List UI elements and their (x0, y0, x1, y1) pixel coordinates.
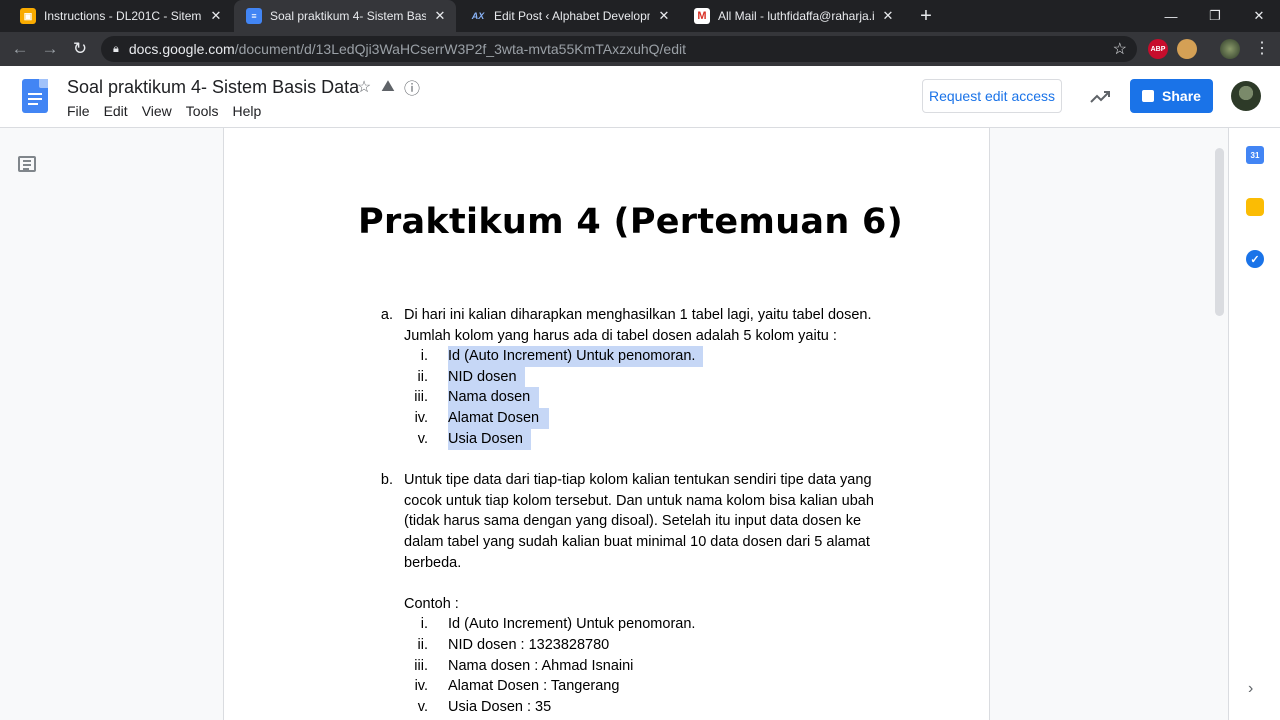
share-button[interactable]: Share (1130, 79, 1213, 113)
close-icon[interactable]: ✕ (208, 8, 224, 24)
adblock-plus-icon[interactable]: ABP (1148, 39, 1168, 59)
browser-tab-strip: ▣ Instructions - DL201C - Sitem Ba ✕ ≡ S… (0, 0, 1280, 32)
bookmark-star-icon[interactable]: ☆ (1113, 39, 1127, 59)
menu-edit[interactable]: Edit (97, 103, 135, 119)
star-icon[interactable]: ☆ (355, 78, 373, 96)
docs-logo-icon[interactable] (22, 79, 48, 113)
tab-classroom-instructions[interactable]: ▣ Instructions - DL201C - Sitem Ba ✕ (8, 0, 232, 32)
share-label: Share (1162, 88, 1201, 104)
list-item: NID dosen (448, 367, 525, 388)
document-title[interactable]: Soal praktikum 4- Sistem Basis Data (67, 77, 359, 98)
address-bar[interactable]: 🔒︎ docs.google.com/document/d/13LedQji3W… (101, 36, 1137, 62)
back-button[interactable]: ← (8, 37, 32, 61)
reload-button[interactable]: ↻ (68, 37, 92, 61)
list-marker: iii. (414, 658, 428, 674)
list-marker: i. (420, 348, 428, 364)
section-b-line: (tidak harus sama dengan yang disoal). S… (404, 513, 862, 529)
list-item: Usia Dosen (448, 429, 531, 450)
menu-tools[interactable]: Tools (179, 103, 226, 119)
list-marker: iv. (414, 410, 428, 426)
share-lock-icon (1142, 90, 1155, 102)
section-b-line: dalam tabel yang sudah kalian buat minim… (404, 534, 870, 550)
wordpress-ax-icon: AX (471, 11, 485, 21)
activity-trend-icon[interactable] (1088, 84, 1114, 110)
list-marker: ii. (417, 637, 428, 653)
list-marker: v. (417, 431, 428, 447)
section-b-line: Untuk tipe data dari tiap-tiap kolom kal… (404, 472, 872, 488)
minimize-button[interactable]: — (1150, 0, 1192, 32)
list-marker: v. (417, 699, 428, 715)
section-a-line: Jumlah kolom yang harus ada di tabel dos… (404, 328, 837, 344)
browser-toolbar: ← → ↻ 🔒︎ docs.google.com/document/d/13Le… (0, 32, 1280, 66)
gmail-icon: M (694, 8, 710, 24)
tab-title: Instructions - DL201C - Sitem Ba (44, 9, 202, 23)
url-path: /document/d/13LedQji3WaHCserrW3P2f_3wta-… (234, 41, 686, 57)
document-heading: Praktikum 4 (Pertemuan 6) (358, 202, 903, 242)
maximize-button[interactable]: ❐ (1194, 0, 1236, 32)
keep-icon[interactable] (1246, 198, 1264, 216)
list-marker: ii. (417, 369, 428, 385)
menu-bar: File Edit View Tools Help (60, 103, 268, 119)
more-menu-icon[interactable]: ⋮ (1254, 38, 1270, 58)
list-marker: b. (380, 472, 393, 488)
tab-title: Edit Post ‹ Alphabet Developmen (494, 9, 650, 23)
drive-move-icon[interactable]: ⛰ (379, 78, 397, 96)
list-item: NID dosen : 1323828780 (448, 637, 610, 653)
calendar-icon[interactable]: 31 (1246, 146, 1264, 164)
list-item: Nama dosen (448, 387, 540, 408)
section-b-line: berbeda. (404, 555, 462, 571)
url-host: docs.google.com (128, 41, 235, 57)
tab-title: Soal praktikum 4- Sistem Basis D (270, 9, 426, 23)
forward-button[interactable]: → (38, 37, 62, 61)
list-item: Usia Dosen : 35 (448, 699, 552, 715)
classroom-icon: ▣ (20, 8, 36, 24)
cookie-icon[interactable] (1177, 39, 1197, 59)
tab-all-mail[interactable]: M All Mail - luthfidaffa@raharja.info ✕ (682, 0, 904, 32)
menu-file[interactable]: File (60, 103, 97, 119)
menu-view[interactable]: View (135, 103, 179, 119)
docs-header: Soal praktikum 4- Sistem Basis Data ☆ ⛰ … (0, 66, 1280, 128)
info-icon[interactable]: ⓘ (403, 78, 421, 98)
list-marker: iv. (414, 678, 428, 694)
new-tab-button[interactable]: + (914, 4, 938, 28)
avatar[interactable] (1231, 81, 1261, 111)
list-item: Alamat Dosen : Tangerang (448, 678, 620, 694)
request-edit-access-button[interactable]: Request edit access (922, 79, 1062, 113)
scrollbar-thumb[interactable] (1215, 148, 1224, 316)
document-outline-icon[interactable] (18, 156, 36, 172)
docs-icon: ≡ (246, 8, 262, 24)
profile-avatar-icon[interactable] (1220, 39, 1240, 59)
example-label: Contoh : (404, 596, 459, 612)
section-b-line: cocok untuk tiap kolom tersebut. Dan unt… (404, 493, 874, 509)
list-item: Alamat Dosen (448, 408, 550, 429)
list-marker: iii. (414, 389, 428, 405)
list-item: Id (Auto Increment) Untuk penomoran. (448, 616, 696, 632)
list-marker: i. (420, 616, 428, 632)
menu-help[interactable]: Help (225, 103, 268, 119)
list-item: Id (Auto Increment) Untuk penomoran. (448, 346, 704, 367)
close-icon[interactable]: ✕ (432, 8, 448, 24)
list-item: Nama dosen : Ahmad Isnaini (448, 658, 634, 674)
tab-title: All Mail - luthfidaffa@raharja.info (718, 9, 874, 23)
chevron-right-icon[interactable]: › (1248, 680, 1253, 698)
list-marker: a. (380, 307, 393, 323)
tab-soal-praktikum[interactable]: ≡ Soal praktikum 4- Sistem Basis D ✕ (234, 0, 456, 32)
close-icon[interactable]: ✕ (880, 8, 896, 24)
side-panel: 31 ✓ › (1228, 128, 1280, 720)
tasks-icon[interactable]: ✓ (1246, 250, 1264, 268)
section-a-line: Di hari ini kalian diharapkan menghasilk… (404, 307, 872, 323)
tab-edit-post[interactable]: AX Edit Post ‹ Alphabet Developmen ✕ (458, 0, 680, 32)
lock-icon: 🔒︎ (113, 42, 119, 55)
window-close-button[interactable]: ✕ (1238, 0, 1280, 32)
close-icon[interactable]: ✕ (656, 8, 672, 24)
